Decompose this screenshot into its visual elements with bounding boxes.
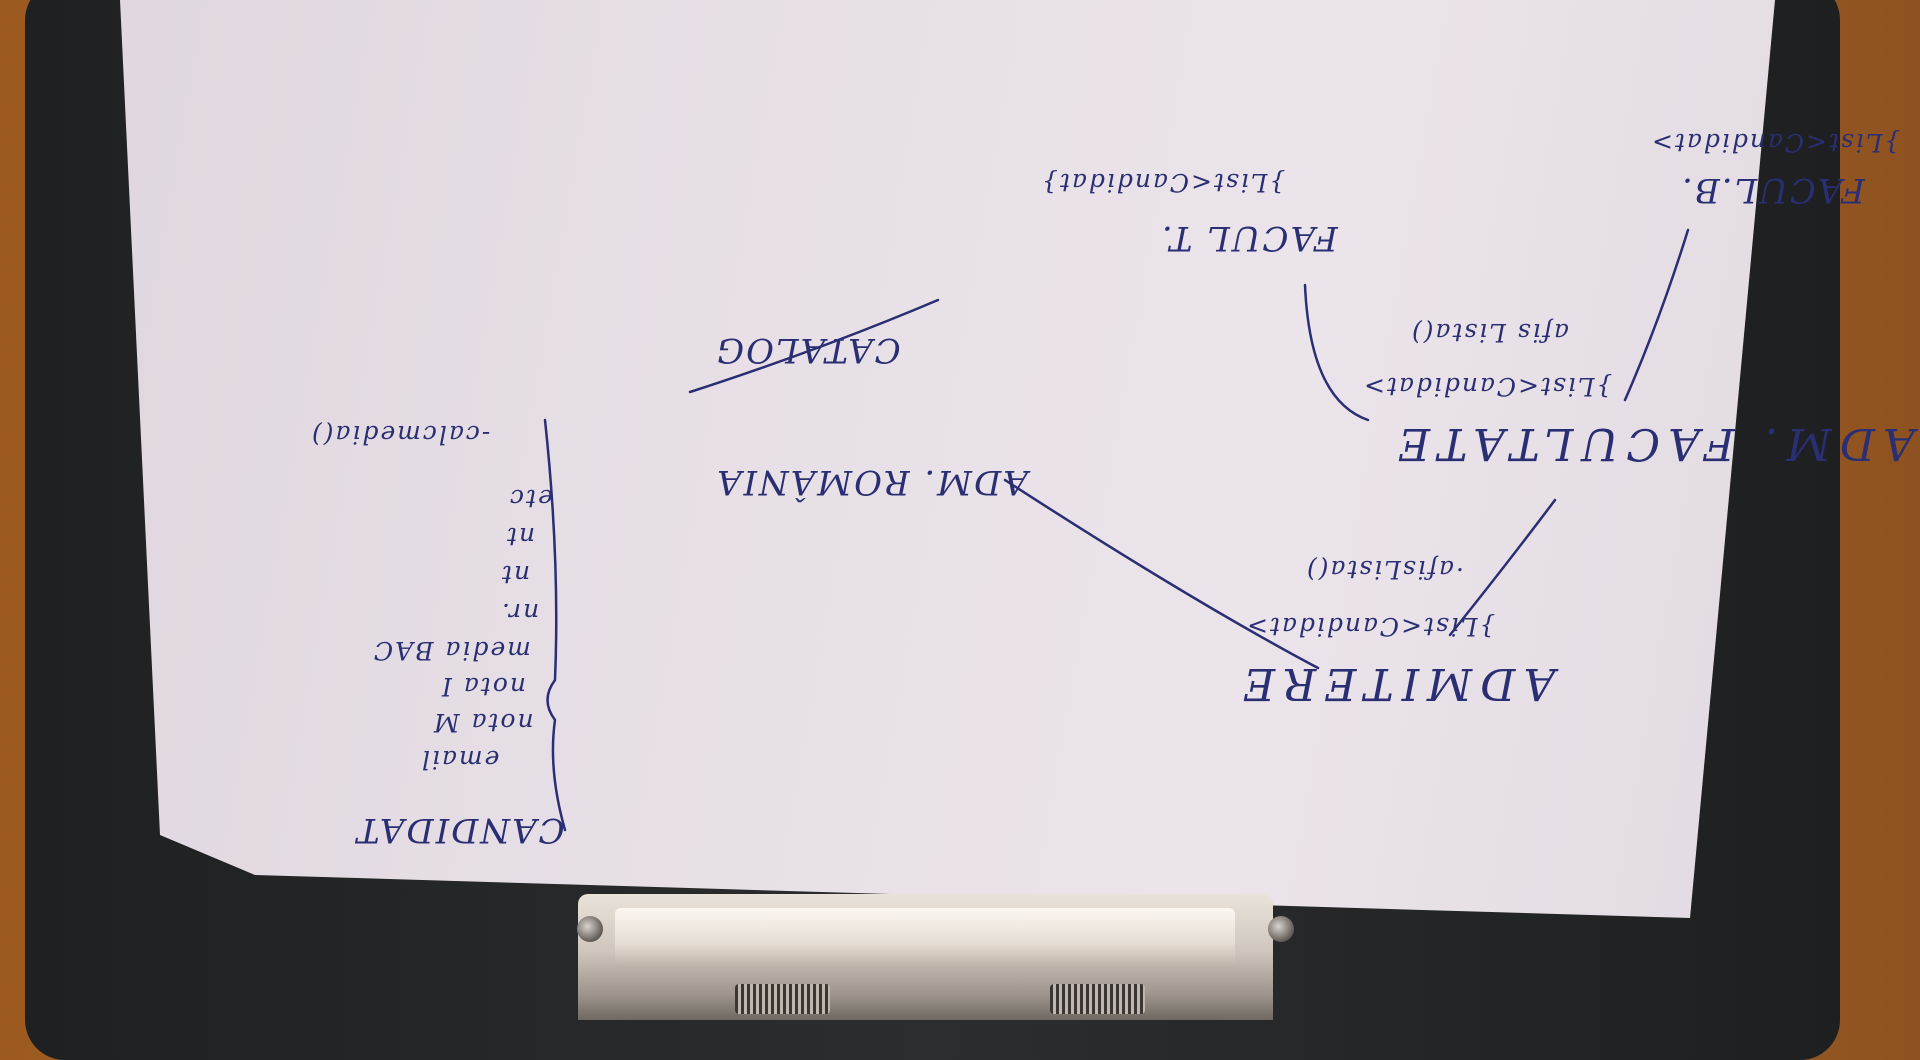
candidat-field-8: -calcmedia() (310, 420, 491, 449)
text-romania: ADM. ROMÂNIA (715, 462, 1028, 502)
text-facultate-b: FACUL.B. (1680, 170, 1866, 210)
candidat-field-4: nr. (500, 598, 540, 627)
text-facultate-b-list: }List<Candidat> (1650, 128, 1901, 157)
text-facultate-method: afis Lista() (1410, 318, 1569, 347)
candidat-field-1: nota M (432, 708, 534, 737)
candidat-field-7: etc (508, 484, 553, 513)
text-admitere-method: ·afisLista() (1305, 555, 1464, 584)
text-candidat: CANDIDAT (355, 810, 565, 850)
candidat-field-5: nt (500, 560, 531, 589)
candidat-field-6: nt (505, 522, 536, 551)
text-facultate: ADM. FACULTATE (1390, 418, 1915, 469)
text-catalog: CATALOG (715, 330, 901, 370)
text-facultate-list: }List<Candidat> (1362, 372, 1613, 401)
candidat-field-2: nota I (440, 672, 526, 701)
text-admitere-list: }List<Candidat> (1245, 612, 1496, 641)
candidat-field-3: media BAC (372, 636, 531, 665)
text-facultate-t-list: }List<Candidat} (1040, 168, 1286, 197)
candidat-field-0: email (420, 745, 500, 774)
handwriting-text: ADMITERE }List<Candidat> ·afisLista() AD… (0, 0, 1920, 1020)
text-facultate-t: FACUL T. (1160, 218, 1338, 258)
text-admitere: ADMITERE (1235, 658, 1556, 709)
photo-scene: ADMITERE }List<Candidat> ·afisLista() AD… (0, 0, 1920, 1060)
